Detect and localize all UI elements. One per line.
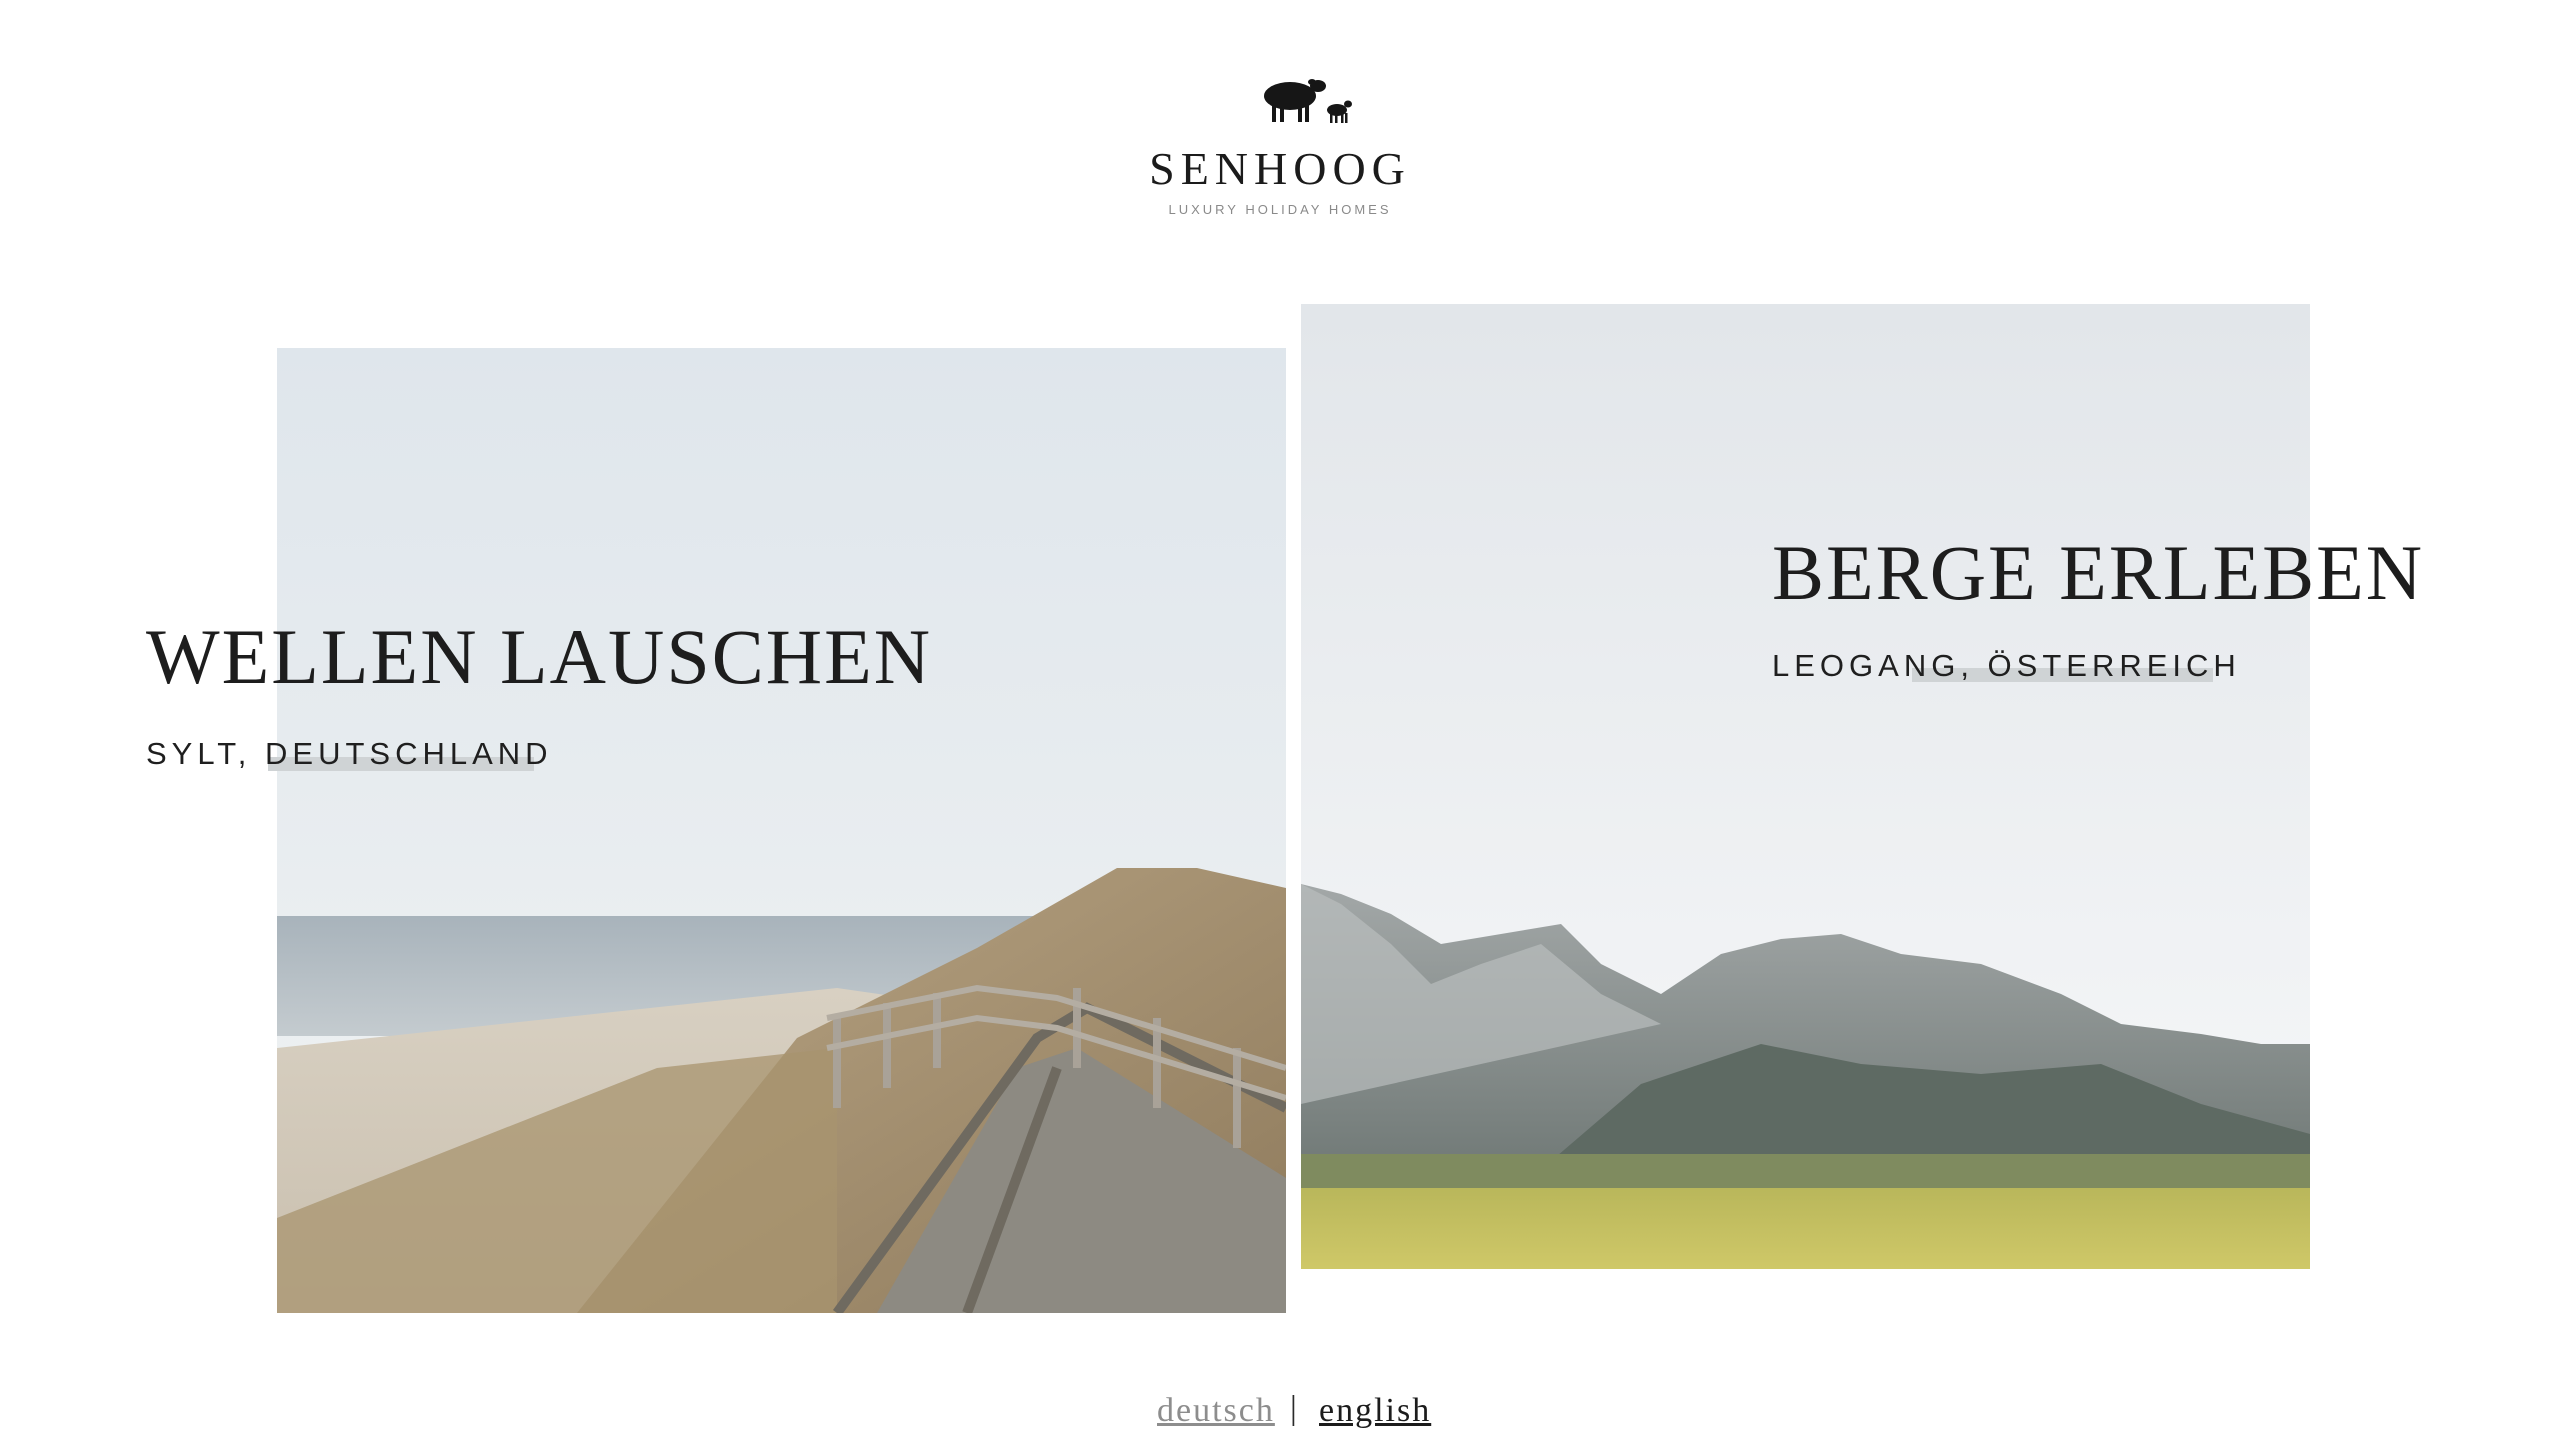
language-link-english[interactable]: english xyxy=(1319,1392,1431,1430)
language-link-deutsch[interactable]: deutsch xyxy=(1157,1392,1275,1430)
language-switcher: deutsch | english xyxy=(1150,1390,1440,1436)
dune-boardwalk-beach-photo xyxy=(277,348,1286,1313)
sheep-and-lamb-icon xyxy=(1264,79,1352,123)
brand-logo[interactable]: SENHOOG LUXURY HOLIDAY HOMES xyxy=(1130,72,1430,232)
location-label-sylt: SYLT, DEUTSCHLAND xyxy=(146,736,553,771)
headline-leogang[interactable]: BERGE ERLEBEN xyxy=(1772,528,2424,618)
brand-tagline: LUXURY HOLIDAY HOMES xyxy=(1168,202,1392,217)
destination-card-leogang[interactable] xyxy=(1301,304,2310,1269)
brand-name: SENHOOG xyxy=(1149,143,1411,194)
alpine-mountain-meadow-photo xyxy=(1301,304,2310,1269)
destination-card-sylt[interactable] xyxy=(277,348,1286,1313)
language-separator: | xyxy=(1290,1390,1299,1427)
headline-sylt[interactable]: WELLEN LAUSCHEN xyxy=(146,612,932,702)
location-label-leogang: LEOGANG, ÖSTERREICH xyxy=(1772,648,2241,683)
